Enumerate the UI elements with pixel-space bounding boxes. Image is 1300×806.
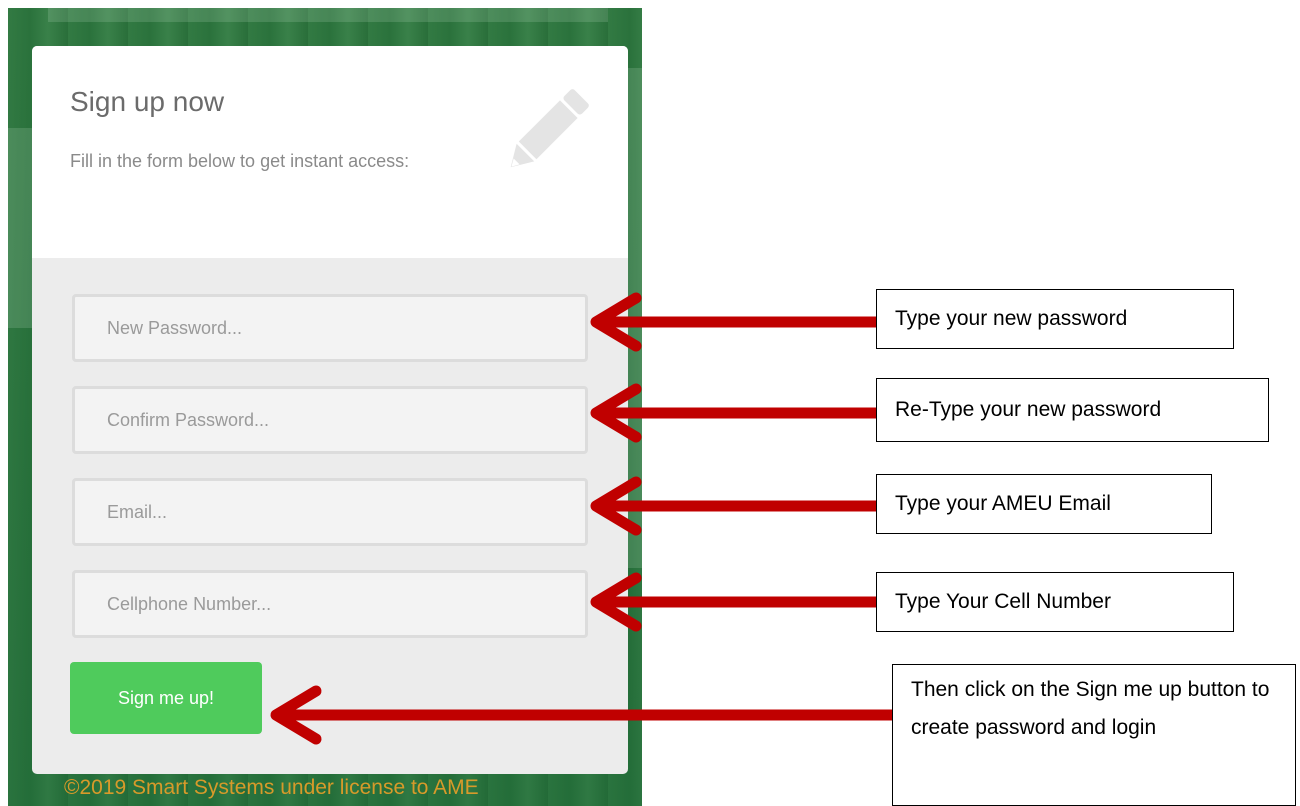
- signup-title: Sign up now: [70, 86, 225, 117]
- signup-header: Sign up now Fill in the form below to ge…: [32, 46, 628, 258]
- sign-me-up-button[interactable]: Sign me up!: [70, 662, 262, 734]
- signup-card: Sign up now Fill in the form below to ge…: [32, 46, 628, 774]
- callout-cellphone: Type Your Cell Number: [876, 572, 1234, 632]
- confirm-password-input[interactable]: [72, 386, 588, 454]
- new-password-input[interactable]: [72, 294, 588, 362]
- cellphone-input[interactable]: [72, 570, 588, 638]
- pencil-icon: [510, 89, 589, 168]
- callout-sign-up-button: Then click on the Sign me up button to c…: [892, 664, 1296, 806]
- callout-email: Type your AMEU Email: [876, 474, 1212, 534]
- copyright-footer: ©2019 Smart Systems under license to AME: [64, 776, 479, 799]
- email-input[interactable]: [72, 478, 588, 546]
- signup-subtitle: Fill in the form below to get instant ac…: [70, 151, 410, 171]
- callout-confirm-password: Re-Type your new password: [876, 378, 1269, 442]
- callout-new-password: Type your new password: [876, 289, 1234, 349]
